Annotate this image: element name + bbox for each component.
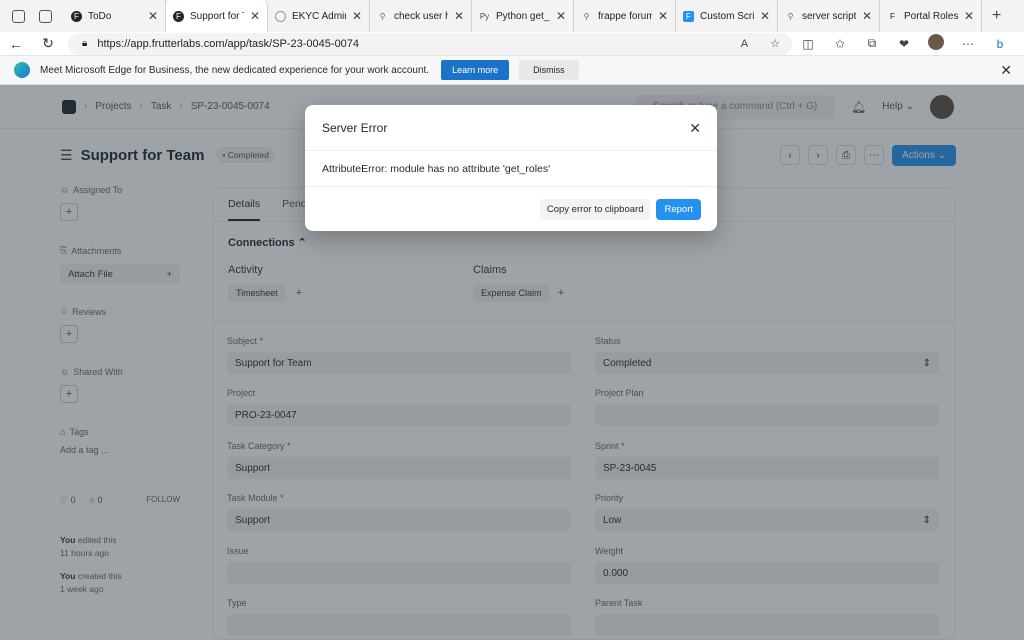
close-tab-icon[interactable]: ✕ xyxy=(760,9,770,23)
report-button[interactable]: Report xyxy=(656,199,701,220)
favorites-icon[interactable]: ✩ xyxy=(824,37,856,51)
browser-tab[interactable]: FCustom Scrip✕ xyxy=(676,0,778,32)
browser-tab[interactable]: EKYC Admin ✕ xyxy=(268,0,370,32)
browser-tab-active[interactable]: FSupport for Te✕ xyxy=(166,0,268,32)
favorite-star-icon[interactable]: ☆ xyxy=(770,37,792,50)
back-icon[interactable]: ← xyxy=(0,36,32,52)
split-screen-icon[interactable]: ◫ xyxy=(792,37,824,51)
copy-error-button[interactable]: Copy error to clipboard xyxy=(539,199,651,220)
close-tab-icon[interactable]: ✕ xyxy=(148,9,158,23)
edge-logo-icon xyxy=(14,62,30,78)
profile-icon[interactable] xyxy=(920,34,952,53)
read-aloud-icon[interactable]: A xyxy=(741,38,760,50)
workspaces-icon[interactable] xyxy=(12,9,25,23)
loading-icon xyxy=(275,10,286,22)
more-icon[interactable]: ⋯ xyxy=(952,37,984,51)
url-field[interactable]: 🔒︎ https://app.frutterlabs.com/app/task/… xyxy=(68,32,792,55)
url-text: https://app.frutterlabs.com/app/task/SP-… xyxy=(97,37,360,50)
infobar-message: Meet Microsoft Edge for Business, the ne… xyxy=(40,64,430,76)
close-tab-icon[interactable]: ✕ xyxy=(964,9,974,23)
close-infobar-icon[interactable]: ✕ xyxy=(1000,62,1012,79)
close-tab-icon[interactable]: ✕ xyxy=(658,9,668,23)
collections-icon[interactable]: ⧉ xyxy=(856,36,888,51)
search-icon: ⚲ xyxy=(379,11,386,21)
browser-tab[interactable]: F Portal Roles ✕ xyxy=(880,0,982,32)
address-bar-row: ← ↻ 🔒︎ https://app.frutterlabs.com/app/t… xyxy=(0,32,1024,56)
browser-tab[interactable]: F ToDo ✕ xyxy=(64,0,166,32)
performance-icon[interactable]: ❤ xyxy=(888,37,920,51)
dismiss-button[interactable]: Dismiss xyxy=(519,60,579,80)
browser-tab[interactable]: ⚲ server script ✕ xyxy=(778,0,880,32)
close-tab-icon[interactable]: ✕ xyxy=(352,9,362,23)
py-icon: Py xyxy=(479,11,490,21)
refresh-icon[interactable]: ↻ xyxy=(32,35,64,52)
f-icon: F xyxy=(890,11,895,21)
f-icon: F xyxy=(683,10,694,22)
browser-tab[interactable]: ⚲ frappe forum ✕ xyxy=(574,0,676,32)
dialog-title: Server Error xyxy=(305,105,717,151)
copilot-icon[interactable]: b xyxy=(984,37,1016,51)
frappe-icon: F xyxy=(173,10,184,22)
close-dialog-icon[interactable]: ✕ xyxy=(689,120,701,137)
learn-more-button[interactable]: Learn more xyxy=(441,60,510,80)
frappe-icon: F xyxy=(71,10,82,22)
server-error-dialog: Server Error ✕ AttributeError: module ha… xyxy=(305,105,717,231)
lock-icon[interactable]: 🔒︎ xyxy=(82,38,87,49)
close-tab-icon[interactable]: ✕ xyxy=(250,9,260,23)
close-tab-icon[interactable]: ✕ xyxy=(454,9,464,23)
close-tab-icon[interactable]: ✕ xyxy=(556,9,566,23)
search-icon: ⚲ xyxy=(583,11,590,21)
browser-tab[interactable]: Py Python get_r ✕ xyxy=(472,0,574,32)
dialog-footer: Copy error to clipboard Report xyxy=(305,187,717,220)
search-icon: ⚲ xyxy=(787,11,794,21)
edge-infobar: Meet Microsoft Edge for Business, the ne… xyxy=(0,56,1024,85)
browser-tab-bar: FToDo✕ FSupport for Te✕ EKYC Admin✕ ⚲che… xyxy=(0,0,1024,32)
browser-tab[interactable]: ⚲check user ha✕ xyxy=(370,0,472,32)
tab-actions-icon[interactable] xyxy=(39,9,52,23)
close-tab-icon[interactable]: ✕ xyxy=(862,9,872,23)
error-message: AttributeError: module has no attribute … xyxy=(305,151,717,187)
new-tab-icon[interactable]: + xyxy=(982,7,1001,25)
